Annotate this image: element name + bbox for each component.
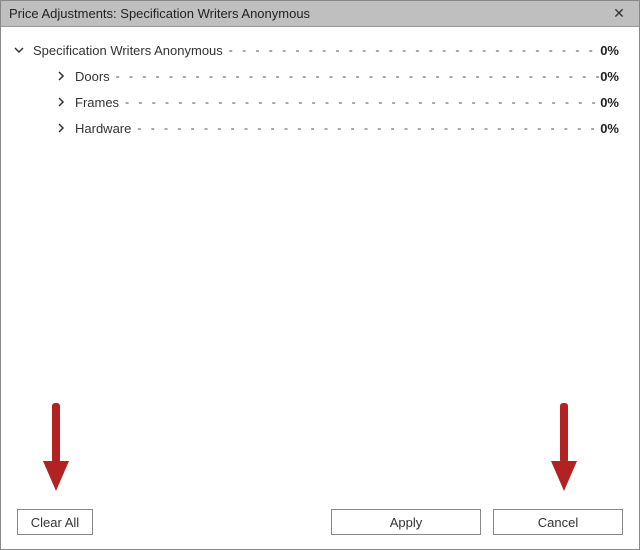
window-title: Price Adjustments: Specification Writers…: [9, 6, 607, 21]
cancel-button[interactable]: Cancel: [493, 509, 623, 535]
leader-dots: [119, 95, 600, 109]
leader-dots: [110, 69, 601, 83]
chevron-right-icon[interactable]: [53, 68, 69, 84]
leader-dots: [131, 121, 600, 135]
close-button[interactable]: ✕: [607, 4, 631, 24]
tree-panel: Specification Writers Anonymous 0% Doors…: [1, 27, 639, 505]
tree-item-label: Hardware: [75, 121, 131, 136]
chevron-right-icon[interactable]: [53, 94, 69, 110]
leader-dots: [223, 43, 600, 57]
chevron-down-icon[interactable]: [11, 42, 27, 58]
titlebar: Price Adjustments: Specification Writers…: [1, 1, 639, 27]
tree-row-child[interactable]: Doors 0%: [11, 63, 623, 89]
tree-item-value: 0%: [600, 121, 623, 136]
tree-item-value: 0%: [600, 43, 623, 58]
tree-row-child[interactable]: Frames 0%: [11, 89, 623, 115]
tree-item-value: 0%: [600, 95, 623, 110]
dialog-window: Price Adjustments: Specification Writers…: [0, 0, 640, 550]
button-bar: Clear All Apply Cancel: [1, 505, 639, 549]
tree-item-value: 0%: [600, 69, 623, 84]
apply-button[interactable]: Apply: [331, 509, 481, 535]
tree-row-child[interactable]: Hardware 0%: [11, 115, 623, 141]
clear-all-button[interactable]: Clear All: [17, 509, 93, 535]
tree-item-label: Specification Writers Anonymous: [33, 43, 223, 58]
tree-item-label: Frames: [75, 95, 119, 110]
chevron-right-icon[interactable]: [53, 120, 69, 136]
tree-row-root[interactable]: Specification Writers Anonymous 0%: [11, 37, 623, 63]
tree-item-label: Doors: [75, 69, 110, 84]
